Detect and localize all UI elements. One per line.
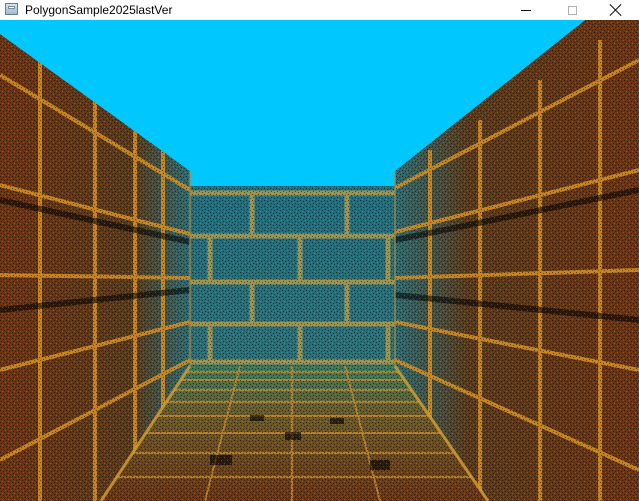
window-title: PolygonSample2025lastVer <box>25 3 173 17</box>
back-wall <box>190 186 395 366</box>
app-window: PolygonSample2025lastVer <box>0 0 639 501</box>
title-bar[interactable]: PolygonSample2025lastVer <box>0 0 639 20</box>
close-icon <box>609 3 623 17</box>
minimize-button[interactable] <box>503 0 549 20</box>
app-window-icon <box>5 3 18 15</box>
maximize-icon <box>567 5 577 15</box>
maximize-button[interactable] <box>549 0 595 20</box>
close-button[interactable] <box>593 0 639 20</box>
corridor-scene <box>0 20 639 501</box>
minimize-icon <box>521 9 531 11</box>
game-viewport[interactable] <box>0 20 639 501</box>
